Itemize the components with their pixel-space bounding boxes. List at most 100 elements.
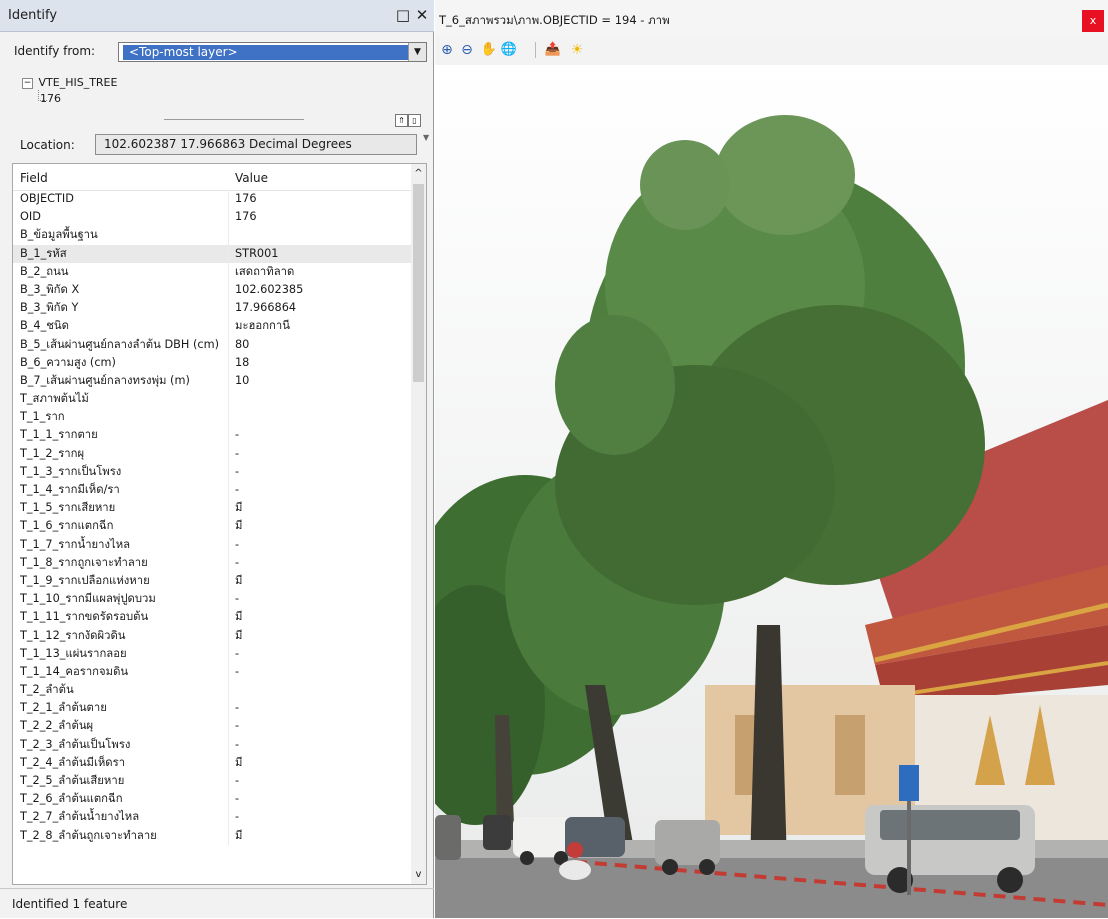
field-name-cell: T_1_9_รากเปลือกแห่งหาย [20, 573, 150, 587]
table-row[interactable]: B_5_เส้นผ่านศูนย์กลางลำต้น DBH (cm) 80 [13, 335, 411, 354]
field-name-cell: T_2_5_ลำต้นเสียหาย [20, 774, 125, 787]
collapse-icon[interactable]: − [22, 77, 33, 89]
column-separator [228, 481, 229, 500]
table-row[interactable]: T_สภาพต้นไม้ [13, 390, 411, 409]
column-separator [228, 662, 229, 682]
restore-button[interactable]: □ [394, 5, 412, 25]
location-row: Location: 102.602387 17.966863 Decimal D… [0, 130, 434, 158]
table-row[interactable]: T_1_9_รากเปลือกแห่งหาย มี [13, 571, 411, 591]
table-row[interactable]: T_2_6_ลำต้นแตกฉีก - [13, 790, 411, 809]
status-bar: Identified 1 feature [0, 888, 434, 919]
table-row[interactable]: T_1_11_รากขดรัดรอบต้น มี [13, 608, 411, 627]
identify-from-value: <Top-most layer> [123, 45, 408, 60]
table-row[interactable]: T_2_7_ลำต้นน้ำยางไหล - [13, 808, 411, 827]
field-name-cell: T_2_6_ลำต้นแตกฉีก [20, 792, 123, 806]
viewer-toolbar: ⊕ ⊖ ✋ 🌐 📤 ☀ [435, 36, 1108, 64]
viewer-close-button[interactable]: x [1082, 10, 1104, 32]
identify-from-label: Identify from: [14, 44, 96, 58]
column-header-value[interactable]: Value [235, 171, 268, 185]
field-value-cell: 176 [235, 192, 257, 205]
close-button[interactable]: ✕ [413, 5, 431, 25]
table-row[interactable]: T_2_1_ลำต้นตาย - [13, 699, 411, 718]
field-value-cell: - [235, 446, 240, 460]
field-name-cell: T_2_4_ลำต้นมีเห็ดรา [20, 755, 126, 769]
table-row[interactable]: OBJECTID 176 [13, 190, 411, 209]
column-separator [228, 408, 229, 427]
table-row[interactable]: T_1_ราก [13, 408, 411, 427]
table-row[interactable]: T_1_10_รากมีแผลพุ่ปูดบวม - [13, 590, 411, 609]
table-row[interactable]: T_2_8_ลำต้นถูกเจาะทำลาย มี [13, 826, 411, 845]
table-row[interactable]: T_2_3_ลำต้นเป็นโพรง - [13, 735, 411, 754]
panel-splitter[interactable]: ⇑ ▯ [12, 114, 422, 127]
field-name-cell: T_2_8_ลำต้นถูกเจาะทำลาย [20, 828, 157, 842]
field-value-cell: - [235, 719, 240, 733]
field-name-cell: T_1_14_คอรากจมดิน [20, 664, 129, 678]
table-row[interactable]: OID 176 [13, 208, 411, 227]
tree-node-feature[interactable]: 176 [40, 92, 61, 105]
scroll-thumb[interactable] [413, 184, 424, 382]
column-separator [228, 280, 229, 300]
field-name-cell: T_2_3_ลำต้นเป็นโพรง [20, 737, 131, 751]
tree-photo-image [435, 65, 1108, 918]
field-value-cell: 80 [235, 337, 250, 351]
expand-all-icon[interactable]: ⇑ [395, 114, 408, 127]
table-row[interactable]: B_7_เส้นผ่านศูนย์กลางทรงพุ่ม (m) 10 [13, 371, 411, 391]
table-row[interactable]: B_1_รหัส STR001 [13, 244, 411, 263]
field-name-cell: T_2_7_ลำต้นน้ำยางไหล [20, 810, 140, 824]
column-separator [228, 335, 229, 354]
field-value-cell [235, 408, 405, 426]
table-row[interactable]: T_1_5_รากเสียหาย มี [13, 499, 411, 518]
scroll-up-icon[interactable]: ^ [411, 168, 426, 179]
column-separator [228, 353, 229, 372]
table-row[interactable]: T_1_2_รากผุ - [13, 444, 411, 463]
chevron-down-icon[interactable]: ▼ [408, 43, 426, 61]
attribute-table: Field Value OBJECTID 176 OID 176 B_ข้อมูลพื้… [12, 163, 427, 885]
table-row[interactable]: B_3_พิกัด Y 17.966864 [13, 299, 411, 318]
field-name-cell: T_สภาพต้นไม้ [20, 392, 89, 406]
zoom-out-icon[interactable]: ⊖ [457, 40, 477, 60]
field-value-cell: 10 [235, 373, 250, 387]
scroll-down-icon[interactable]: v [411, 869, 426, 880]
tree-node-layer[interactable]: − VTE_HIS_TREE [22, 76, 117, 89]
table-row[interactable]: B_3_พิกัด X 102.602385 [13, 280, 411, 300]
pan-hand-icon[interactable]: ✋ [479, 40, 499, 60]
table-row[interactable]: T_1_14_คอรากจมดิน - [13, 662, 411, 682]
field-name-cell: T_1_12_รากงัดผิวดิน [20, 628, 126, 642]
export-icon[interactable]: 📤 [543, 40, 563, 60]
field-name-cell: B_4_ชนิด [20, 319, 69, 333]
identify-from-dropdown[interactable]: <Top-most layer> ▼ [118, 42, 427, 62]
zoom-in-icon[interactable]: ⊕ [437, 40, 457, 60]
field-name-cell: B_2_ถนน [20, 264, 69, 278]
table-row[interactable]: T_2_2_ลำต้นผุ - [13, 717, 411, 736]
table-row[interactable]: T_1_6_รากแตกฉีก มี [13, 517, 411, 536]
brightness-icon[interactable]: ☀ [567, 40, 587, 60]
column-separator [228, 499, 229, 518]
field-value-cell: มี [235, 610, 243, 624]
table-row[interactable]: T_1_1_รากตาย - [13, 426, 411, 445]
table-row[interactable]: T_1_8_รากถูกเจาะทำลาย - [13, 553, 411, 572]
field-name-cell: B_3_พิกัด X [20, 282, 80, 296]
location-menu-icon[interactable]: ▼ [423, 133, 429, 142]
table-row[interactable]: T_1_7_รากน้ำยางไหล - [13, 535, 411, 554]
column-separator [228, 244, 229, 263]
table-row[interactable]: B_6_ความสูง (cm) 18 [13, 353, 411, 372]
table-row[interactable]: T_1_4_รากมีเห็ด/รา - [13, 481, 411, 500]
field-name-cell: T_2_2_ลำต้นผุ [20, 719, 94, 733]
location-field[interactable]: 102.602387 17.966863 Decimal Degrees [95, 134, 417, 155]
column-header-field[interactable]: Field [20, 171, 48, 185]
table-row[interactable]: T_2_4_ลำต้นมีเห็ดรา มี [13, 753, 411, 772]
table-row[interactable]: B_ข้อมูลพื้นฐาน [13, 226, 411, 245]
field-value-cell: - [235, 737, 240, 751]
table-row[interactable]: T_1_12_รากงัดผิวดิน มี [13, 626, 411, 645]
table-row[interactable]: T_1_13_แผ่นรากลอย - [13, 644, 411, 663]
table-row[interactable]: T_2_5_ลำต้นเสียหาย - [13, 772, 411, 791]
field-name-cell: T_1_7_รากน้ำยางไหล [20, 537, 131, 551]
column-separator [228, 208, 229, 227]
globe-icon[interactable]: 🌐 [499, 40, 519, 60]
table-row[interactable]: B_2_ถนน เสดถาทิลาด [13, 262, 411, 281]
layout-toggle-icon[interactable]: ▯ [408, 114, 421, 127]
table-row[interactable]: B_4_ชนิด มะฮอกกานี [13, 317, 411, 336]
table-row[interactable]: T_1_3_รากเป็นโพรง - [13, 462, 411, 481]
vertical-scrollbar[interactable]: ^ v [411, 164, 426, 884]
table-row[interactable]: T_2_ลำต้น [13, 681, 411, 700]
